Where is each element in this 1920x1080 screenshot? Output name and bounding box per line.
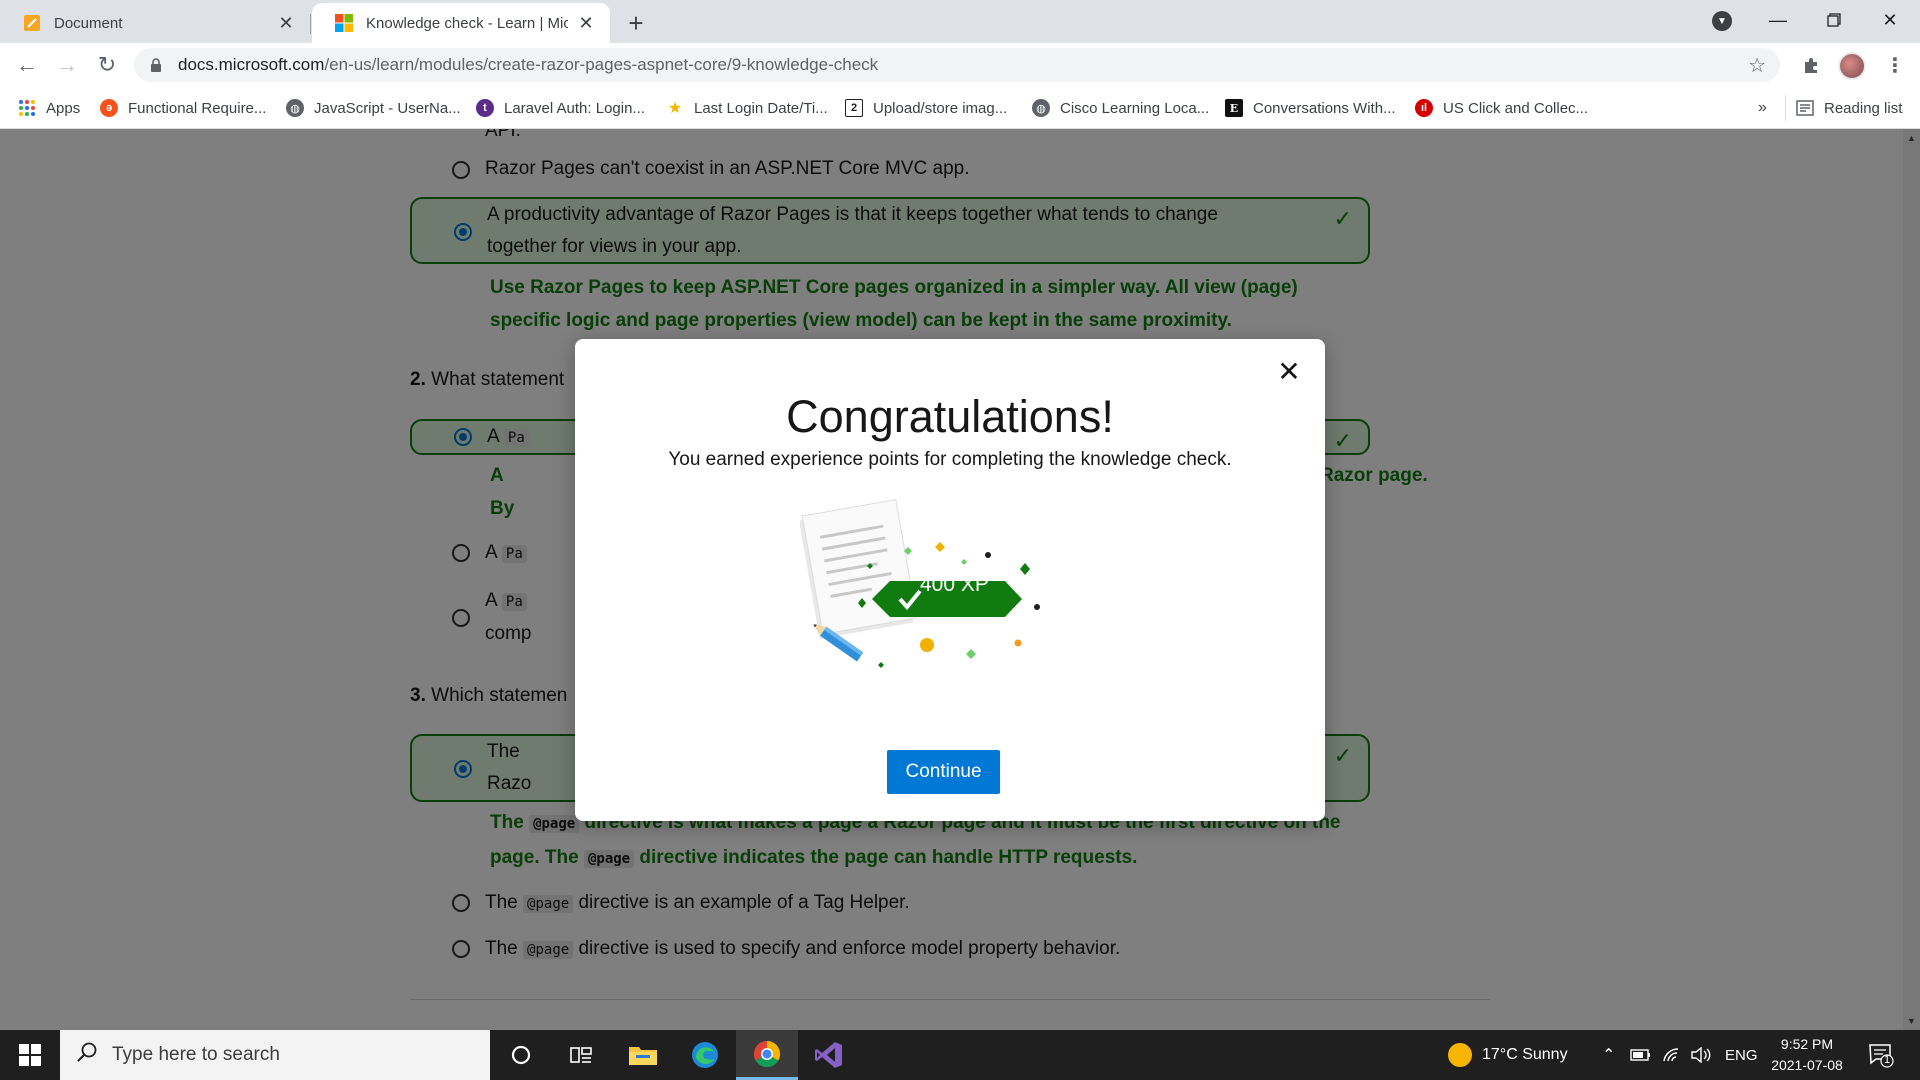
bookmark-conversations[interactable]: E Conversations With... [1225, 96, 1396, 120]
bookmark-label: Last Login Date/Ti... [694, 99, 828, 117]
dialog-title: Congratulations! [786, 391, 1114, 442]
battery-icon[interactable] [1630, 1030, 1652, 1080]
clock-date: 2021-07-08 [1771, 1057, 1843, 1073]
tab-document[interactable]: Document ✕ [0, 3, 310, 43]
tab-title: Document [54, 14, 123, 32]
document-favicon-icon [24, 15, 40, 31]
bookmark-last-login[interactable]: ★ Last Login Date/Ti... [666, 96, 828, 120]
taskbar-search-box[interactable]: Type here to search [60, 1030, 490, 1080]
bookmark-upload-store[interactable]: 2 Upload/store imag... [845, 96, 1007, 120]
menu-kebab-icon[interactable]: ⋮ [1880, 50, 1910, 80]
url-domain: docs.microsoft.com [178, 55, 325, 74]
bookmark-laravel-auth[interactable]: t Laravel Auth: Login... [476, 96, 645, 120]
volume-icon[interactable] [1690, 1030, 1712, 1080]
bookmark-label: US Click and Collec... [1443, 99, 1589, 117]
chart-favicon-icon: ıl [1415, 99, 1433, 117]
bookmark-apps[interactable]: Apps [18, 96, 80, 120]
laravel-favicon-icon: t [476, 99, 494, 117]
dialog-subtitle: You earned experience points for complet… [668, 449, 1232, 470]
tab-title: Knowledge check - Learn | Micro [366, 14, 568, 32]
windows-start-icon[interactable] [0, 1030, 60, 1080]
new-tab-button[interactable]: + [622, 8, 650, 39]
profile-avatar[interactable] [1838, 52, 1866, 80]
wifi-icon[interactable] [1662, 1030, 1682, 1080]
minimize-icon[interactable]: — [1750, 0, 1806, 40]
bookmark-label: Laravel Auth: Login... [504, 99, 645, 117]
close-window-icon[interactable]: ✕ [1862, 0, 1918, 40]
bookmark-javascript-username[interactable]: ◍ JavaScript - UserNa... [286, 96, 461, 120]
language-indicator[interactable]: ENG [1725, 1030, 1758, 1080]
search-icon [76, 1041, 102, 1069]
bookmark-label: Cisco Learning Loca... [1060, 99, 1210, 117]
notification-count: 1 [1883, 1054, 1891, 1066]
globe-icon: ◍ [286, 99, 304, 117]
bookmark-separator [1785, 95, 1786, 121]
weather-widget[interactable]: 17°C Sunny [1448, 1030, 1568, 1080]
edge-browser-icon[interactable] [674, 1030, 736, 1080]
search-placeholder: Type here to search [112, 1044, 280, 1065]
browser-toolbar: ← → ↻ docs.microsoft.com/en-us/learn/mod… [0, 43, 1920, 87]
continue-button[interactable]: Continue [887, 750, 1000, 794]
more-bookmarks-button[interactable]: » [1758, 96, 1767, 120]
back-arrow-icon[interactable]: ← [11, 49, 43, 81]
visual-studio-icon[interactable] [798, 1030, 860, 1080]
functional-favicon-icon: ǝ [100, 99, 118, 117]
sun-icon [1448, 1043, 1472, 1067]
reading-list-button[interactable]: Reading list [1796, 96, 1902, 120]
bookmark-label: JavaScript - UserNa... [314, 99, 461, 117]
system-clock[interactable]: 9:52 PM 2021-07-08 [1762, 1034, 1852, 1076]
task-view-icon[interactable] [550, 1030, 612, 1080]
microsoft-logo-icon [335, 14, 353, 32]
reload-icon[interactable]: ↻ [91, 49, 123, 81]
close-tab-icon[interactable]: ✕ [276, 13, 296, 34]
lock-icon [150, 56, 164, 74]
bookmark-label: Upload/store imag... [873, 99, 1008, 117]
bookmark-functional-require[interactable]: ǝ Functional Require... [100, 96, 266, 120]
cortana-icon[interactable] [490, 1030, 552, 1080]
bookmark-label: Functional Require... [128, 99, 267, 117]
chrome-browser-icon[interactable] [736, 1030, 798, 1080]
bookmarks-bar: Apps ǝ Functional Require... ◍ JavaScrip… [0, 87, 1920, 129]
close-tab-icon[interactable]: ✕ [576, 13, 596, 34]
tab-strip: Document ✕ Knowledge check - Learn | Mic… [0, 0, 1920, 43]
star-favicon-icon: ★ [667, 100, 683, 117]
restore-icon[interactable] [1806, 0, 1862, 40]
apps-grid-icon [18, 99, 36, 117]
bookmark-label: Conversations With... [1253, 99, 1396, 117]
windows-taskbar: Type here to search 17°C Sunny ⌃ ENG 9:5… [0, 1030, 1920, 1080]
bookmark-cisco-learning[interactable]: ◍ Cisco Learning Loca... [1032, 96, 1209, 120]
url-path: /en-us/learn/modules/create-razor-pages-… [324, 55, 879, 74]
globe-icon: ◍ [1032, 99, 1050, 117]
congratulations-dialog: ✕ Congratulations! You earned experience… [575, 339, 1325, 821]
reading-list-label: Reading list [1824, 99, 1903, 117]
file-explorer-icon[interactable] [612, 1030, 674, 1080]
forward-arrow-icon[interactable]: → [51, 49, 83, 81]
extensions-puzzle-icon[interactable] [1796, 50, 1826, 80]
tab-separator [310, 14, 311, 34]
xp-amount: 400 XP [920, 573, 989, 596]
bookmark-label: Apps [46, 99, 81, 117]
clock-time: 9:52 PM [1780, 1036, 1834, 1052]
show-hidden-icons-icon[interactable]: ⌃ [1602, 1030, 1615, 1080]
address-bar[interactable]: docs.microsoft.com/en-us/learn/modules/c… [134, 48, 1780, 82]
url-text: docs.microsoft.com/en-us/learn/modules/c… [178, 55, 878, 75]
tab-knowledge-check[interactable]: Knowledge check - Learn | Micro ✕ [312, 3, 610, 43]
bookmark-star-icon[interactable]: ☆ [1748, 53, 1766, 78]
close-dialog-icon[interactable]: ✕ [1273, 355, 1305, 388]
weather-text: 17°C Sunny [1482, 1046, 1568, 1063]
tab-search-icon[interactable]: ▼ [1712, 11, 1732, 31]
conversations-favicon-icon: E [1225, 99, 1243, 117]
action-center-icon[interactable]: 1 [1868, 1042, 1894, 1068]
upload-favicon-icon: 2 [845, 99, 863, 117]
reading-list-icon [1796, 99, 1814, 117]
bookmark-us-click-collect[interactable]: ıl US Click and Collec... [1415, 96, 1588, 120]
